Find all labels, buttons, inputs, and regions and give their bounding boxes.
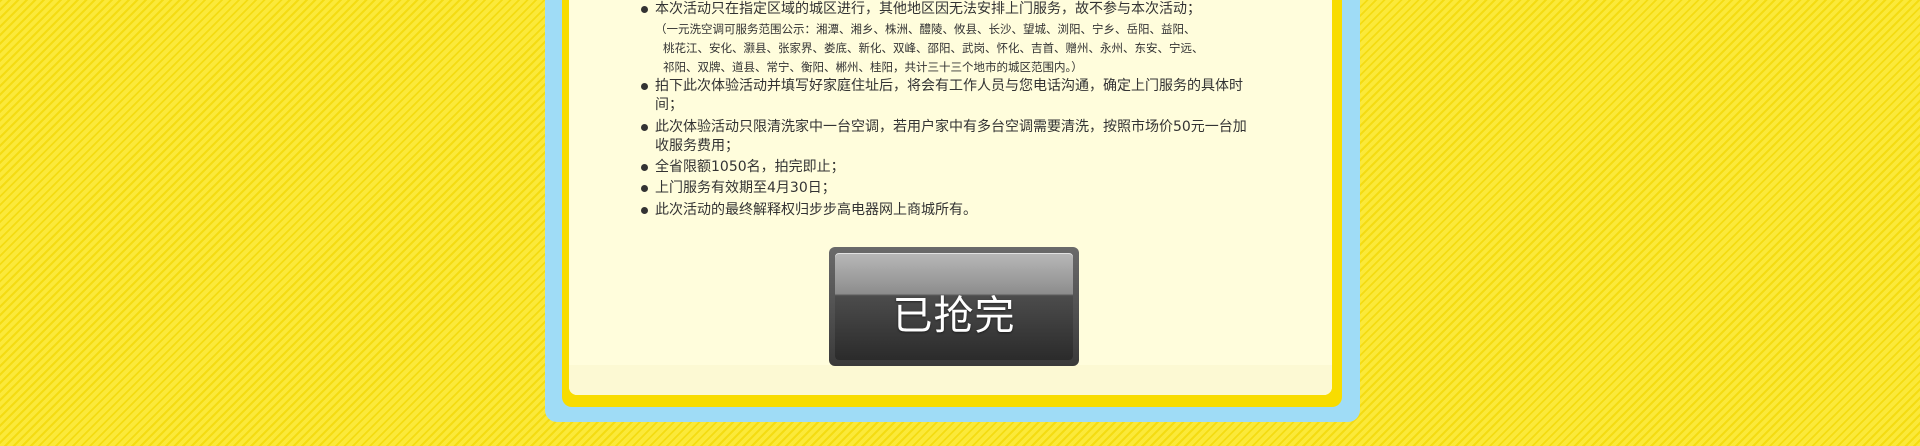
bullet-icon <box>641 185 648 192</box>
bullet-icon <box>641 124 648 131</box>
rule-text: 上门服务有效期至4月30日； <box>655 180 836 196</box>
rule-text: 拍下此次体验活动并填写好家庭住址后，将会有工作人员与您电话沟通，确定上门服务的具… <box>655 78 1243 113</box>
service-area-note-line: （一元洗空调可服务范围公示：湘潭、湘乡、株洲、醴陵、攸县、长沙、望城、浏阳、宁乡… <box>655 22 1196 36</box>
service-area-note-line: 祁阳、双牌、道县、常宁、衡阳、郴州、桂阳，共计三十三个地市的城区范围内。） <box>663 60 1083 74</box>
bullet-icon <box>641 164 648 171</box>
rule-item: 上门服务有效期至4月30日； <box>640 179 1255 198</box>
rule-item: 此次体验活动只限清洗家中一台空调，若用户家中有多台空调需要清洗，按照市场价50元… <box>640 118 1255 156</box>
rule-item: 此次活动的最终解释权归步步高电器网上商城所有。 <box>640 201 1255 220</box>
rule-item: 全省限额1050名，拍完即止； <box>640 158 1255 177</box>
rule-text: 本次活动只在指定区域的城区进行，其他地区因无法安排上门服务，故不参与本次活动； <box>655 1 1201 17</box>
rule-text: 全省限额1050名，拍完即止； <box>655 159 845 175</box>
bullet-icon <box>641 6 648 13</box>
sold-out-button[interactable]: 已抢完 <box>829 247 1079 366</box>
rule-item: 本次活动只在指定区域的城区进行，其他地区因无法安排上门服务，故不参与本次活动； … <box>640 0 1255 76</box>
sold-out-button-face: 已抢完 <box>835 253 1073 360</box>
rule-item: 拍下此次体验活动并填写好家庭住址后，将会有工作人员与您电话沟通，确定上门服务的具… <box>640 77 1245 115</box>
rule-text: 此次体验活动只限清洗家中一台空调，若用户家中有多台空调需要清洗，按照市场价50元… <box>655 119 1247 154</box>
card-bottom-band <box>569 365 1332 395</box>
bullet-icon <box>641 83 648 90</box>
sold-out-button-label: 已抢完 <box>892 293 1016 339</box>
service-area-note-line: 桃花江、安化、灏县、张家界、娄底、新化、双峰、邵阳、武岗、怀化、吉首、赠州、永州… <box>663 41 1204 55</box>
bullet-icon <box>641 207 648 214</box>
rule-text: 此次活动的最终解释权归步步高电器网上商城所有。 <box>655 202 977 218</box>
